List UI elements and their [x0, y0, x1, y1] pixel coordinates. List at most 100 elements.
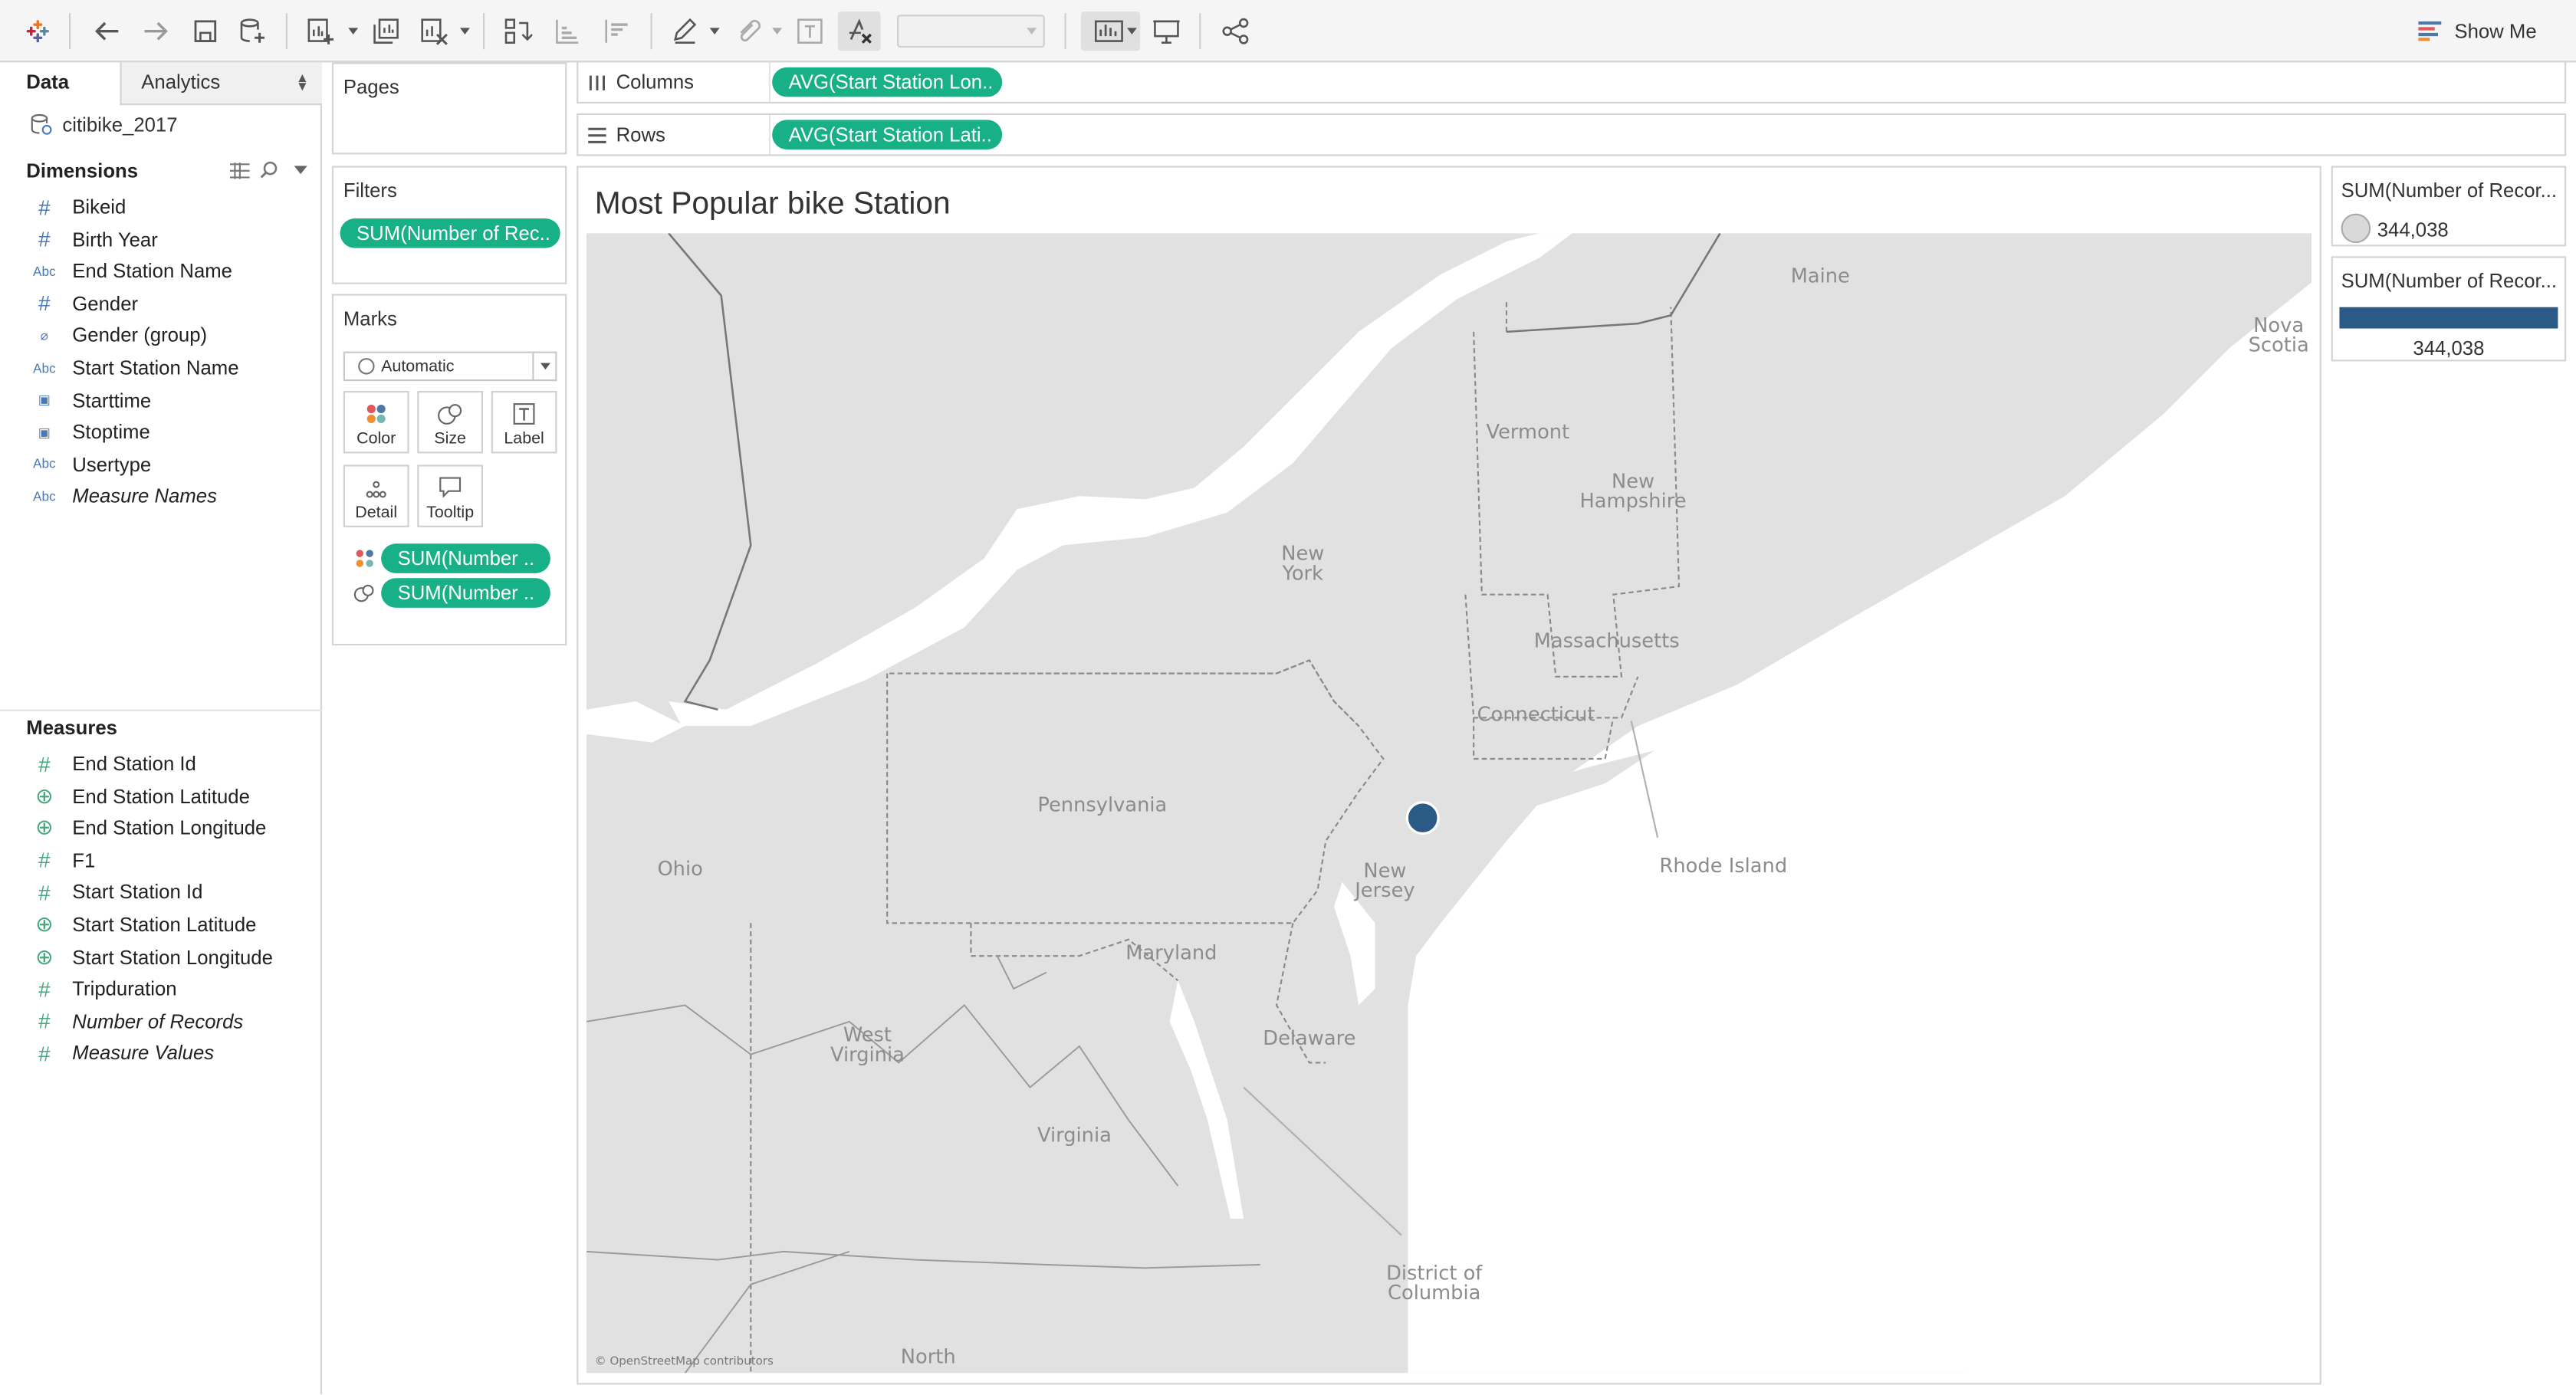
measure-field[interactable]: # F1	[30, 845, 95, 875]
field-label: Start Station Latitude	[72, 913, 257, 937]
label-button[interactable]: Label	[491, 390, 557, 454]
datasource-item[interactable]: citibike_2017	[30, 113, 178, 136]
new-worksheet-icon[interactable]	[302, 11, 338, 51]
show-me-label: Show Me	[2454, 19, 2537, 43]
map[interactable]: Maine Nova Scotia Vermont New Hampshire …	[586, 233, 2312, 1374]
measure-field[interactable]: # Measure Values	[30, 1039, 214, 1068]
map-attribution[interactable]: © OpenStreetMap contributors	[595, 1354, 774, 1368]
show-me-button[interactable]: Show Me	[2418, 15, 2537, 48]
abc-string-icon: Abc	[33, 360, 56, 376]
field-label: Gender	[72, 291, 139, 315]
text-label-icon	[513, 403, 535, 425]
dimension-field[interactable]: ▣ Starttime	[30, 386, 151, 415]
measure-field[interactable]: ⊕ End Station Latitude	[30, 781, 250, 811]
label-new-jersey-2: Jersey	[1353, 879, 1414, 902]
marks-color-pill[interactable]: SUM(Number ..	[381, 543, 550, 573]
presentation-icon[interactable]	[1148, 11, 1184, 51]
rows-icon	[588, 126, 606, 143]
dimension-field[interactable]: ⌀ Gender (group)	[30, 321, 208, 351]
measure-field[interactable]: ⊕ End Station Longitude	[30, 813, 267, 843]
label-ohio: Ohio	[657, 858, 702, 881]
dimension-field[interactable]: Abc Usertype	[30, 450, 152, 480]
dimension-field[interactable]: Abc Measure Names	[30, 482, 217, 512]
size-circles-icon	[353, 584, 374, 602]
columns-shelf[interactable]: Columns AVG(Start Station Lon..	[577, 61, 2567, 103]
rows-shelf[interactable]: Rows AVG(Start Station Lati..	[577, 113, 2567, 156]
label-rhode-island: Rhode Island	[1660, 855, 1788, 878]
color-button[interactable]: Color	[343, 390, 409, 454]
number-hash-icon: #	[38, 848, 51, 873]
redo-icon[interactable]	[138, 11, 174, 51]
field-label: Gender (group)	[72, 323, 208, 347]
calendar-icon: ▣	[38, 392, 51, 408]
columns-label: Columns	[616, 71, 695, 94]
measure-field[interactable]: # Tripduration	[30, 974, 177, 1004]
mark-type-label: Automatic	[381, 357, 455, 376]
search-icon[interactable]	[260, 161, 278, 179]
measure-field[interactable]: # Number of Records	[30, 1006, 244, 1036]
label-new-york-2: York	[1282, 562, 1324, 585]
label-delaware: Delaware	[1263, 1027, 1355, 1050]
dimensions-menu-icon[interactable]	[294, 166, 307, 175]
columns-pill[interactable]: AVG(Start Station Lon..	[772, 67, 1003, 97]
dimension-field[interactable]: # Bikeid	[30, 192, 126, 222]
tooltip-button[interactable]: Tooltip	[417, 464, 483, 527]
label-virginia: Virginia	[1037, 1124, 1112, 1147]
circle-mark-icon	[358, 358, 375, 375]
undo-icon[interactable]	[89, 11, 125, 51]
field-label: Number of Records	[72, 1009, 244, 1033]
chevron-down-icon	[532, 353, 555, 379]
tab-data[interactable]: Data	[0, 62, 120, 106]
measure-field[interactable]: # End Station Id	[30, 749, 196, 779]
save-icon[interactable]	[187, 11, 223, 51]
group-icon[interactable]	[729, 11, 765, 51]
tableau-logo-icon[interactable]	[20, 11, 56, 51]
share-icon[interactable]	[1217, 11, 1254, 51]
marks-size-pill[interactable]: SUM(Number ..	[381, 578, 550, 608]
sort-ascending-icon[interactable]	[549, 11, 585, 51]
field-label: Start Station Name	[72, 356, 239, 379]
color-legend[interactable]: SUM(Number of Recor... 344,038	[2331, 256, 2567, 362]
tab-analytics[interactable]: Analytics ▲ ▼	[120, 62, 322, 106]
size-legend[interactable]: SUM(Number of Recor... 344,038	[2331, 166, 2567, 247]
view-cards-icon[interactable]	[230, 162, 250, 179]
abc-string-icon: Abc	[33, 264, 56, 279]
label-connecticut: Connecticut	[1477, 704, 1595, 727]
number-hash-icon: #	[38, 880, 51, 905]
dimension-field[interactable]: ▣ Stoptime	[30, 418, 150, 448]
label-icon[interactable]	[792, 11, 828, 51]
measure-field[interactable]: # Start Station Id	[30, 878, 202, 908]
clear-sheet-icon[interactable]	[416, 11, 452, 51]
dimension-field[interactable]: Abc End Station Name	[30, 257, 232, 287]
sort-descending-icon[interactable]	[598, 11, 634, 51]
field-label: Usertype	[72, 452, 152, 476]
pages-shelf[interactable]: Pages	[331, 62, 567, 155]
fit-dropdown[interactable]	[897, 15, 1045, 48]
viz-area: Most Popular bike Station Maine Nova Sco…	[577, 166, 2321, 1385]
dimension-field[interactable]: # Birth Year	[30, 225, 158, 254]
swap-axes-icon[interactable]	[499, 11, 535, 51]
filter-pill[interactable]: SUM(Number of Rec..	[340, 218, 560, 248]
size-button[interactable]: Size	[417, 390, 483, 454]
viz-title[interactable]: Most Popular bike Station	[595, 187, 951, 223]
new-datasource-icon[interactable]	[235, 11, 271, 51]
dimension-field[interactable]: Abc Start Station Name	[30, 353, 239, 383]
measure-field[interactable]: ⊕ Start Station Longitude	[30, 942, 273, 972]
rows-pill[interactable]: AVG(Start Station Lati..	[772, 120, 1003, 149]
mark-type-dropdown[interactable]: Automatic	[343, 351, 557, 382]
dimension-field[interactable]: # Gender	[30, 289, 138, 319]
fix-axes-icon[interactable]	[837, 11, 881, 51]
show-me-icon	[2418, 21, 2442, 41]
detail-label: Detail	[355, 504, 398, 523]
detail-button[interactable]: Detail	[343, 464, 409, 527]
highlight-icon[interactable]	[667, 11, 703, 51]
field-label: End Station Longitude	[72, 816, 267, 840]
field-label: End Station Id	[72, 752, 196, 776]
station-mark[interactable]	[1405, 801, 1440, 835]
duplicate-sheet-icon[interactable]	[368, 11, 404, 51]
measure-field[interactable]: ⊕ Start Station Latitude	[30, 910, 257, 940]
field-label: Start Station Longitude	[72, 945, 273, 969]
filters-shelf[interactable]: Filters SUM(Number of Rec..	[331, 166, 567, 284]
field-label: Tripduration	[72, 977, 177, 1001]
globe-icon: ⊕	[35, 911, 54, 937]
